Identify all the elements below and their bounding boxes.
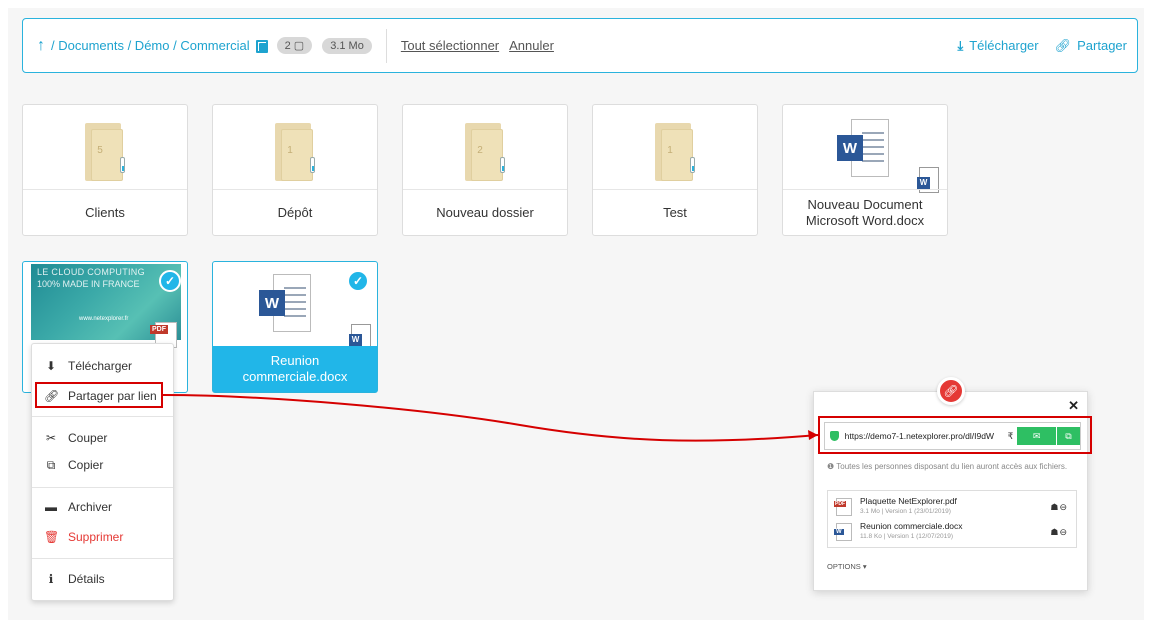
tile-label: Nouveau Document Microsoft Word.docx [783,189,947,235]
menu-item-label: Supprimer [68,530,124,544]
menu-divider [32,558,173,559]
folder-icon: 5 [85,123,125,181]
scissors-icon: ✂ [45,431,57,445]
selection-size-badge: 3.1 Mo [322,37,372,54]
menu-divider [32,487,173,488]
download-icon: ⬇ [45,359,57,373]
menu-item-label: Couper [68,431,108,445]
menu-item-copy[interactable]: ⧉ Copier [32,452,173,478]
copy-icon: ⧉ [46,457,56,472]
menu-item-download[interactable]: ⬇ Télécharger [32,353,173,379]
tile-label: Clients [23,189,187,235]
list-item: PDF Plaquette NetExplorer.pdf 3.1 Mo | V… [834,496,1068,520]
chevron-down-icon: ▾ [862,562,867,571]
file-meta: 11.8 Ko | Version 1 (12/07/2019) [860,533,953,540]
file-tile[interactable]: W Nouveau Document Microsoft Word.docx [782,104,948,236]
folder-tile[interactable]: 2 Nouveau dossier [402,104,568,236]
options-toggle[interactable]: OPTIONS ▾ [827,562,867,571]
link-badge-icon: 🔗︎ [937,377,965,405]
folder-tile[interactable]: 1 Dépôt [212,104,378,236]
highlight-box-url [818,416,1092,454]
menu-item-details[interactable]: ℹ Détails [32,566,173,592]
menu-item-label: Copier [68,458,104,472]
select-all-link[interactable]: Tout sélectionner [401,38,499,53]
breadcrumb-path[interactable]: / Documents / Démo / Commercial [51,38,250,53]
selected-check-icon[interactable]: ✓ [347,270,369,292]
menu-item-archive[interactable]: ▬ Archiver [32,494,173,520]
list-item: W Reunion commerciale.docx 11.8 Ko | Ver… [834,521,1068,545]
share-info-message: Toutes les personnes disposant du lien a… [836,462,1068,471]
menu-item-delete[interactable]: 🗑︎ Supprimer [32,524,173,550]
tile-label: Dépôt [213,189,377,235]
folder-icon: 1 [275,123,315,181]
word-document-icon: W [259,274,315,336]
files-icon: ▢ [293,40,305,52]
tile-label: Test [593,189,757,235]
toolbar-divider [385,28,387,63]
word-document-icon: W [837,119,893,181]
info-icon: ℹ [48,572,54,586]
download-icon: ⤓ [957,37,964,53]
copy-path-icon[interactable] [255,39,268,53]
cancel-link[interactable]: Annuler [509,38,554,53]
file-tile-selected[interactable]: W ✓ Reunion commerciale.docx [212,261,378,393]
close-icon[interactable]: ✕ [1068,398,1079,414]
up-arrow-icon[interactable]: ↑ [37,37,45,55]
selection-toolbar: ↑ / Documents / Démo / Commercial 2 ▢ 3.… [22,18,1138,73]
archive-icon: ▬ [45,500,57,514]
options-label: OPTIONS [827,562,861,571]
folder-tile[interactable]: 5 Clients [22,104,188,236]
folder-icon: 2 [465,123,505,181]
file-actions[interactable]: ☗⊖ [1050,502,1068,513]
download-button[interactable]: ⤓ Télécharger [957,38,1038,54]
folder-tile[interactable]: 1 Test [592,104,758,236]
share-label: Partager [1077,38,1127,53]
menu-item-cut[interactable]: ✂ Couper [32,425,173,451]
breadcrumb: ↑ / Documents / Démo / Commercial 2 ▢ 3.… [37,37,372,55]
file-name: Reunion commerciale.docx [860,521,963,531]
share-info-text: ❶ Toutes les personnes disposant du lien… [827,462,1077,472]
link-icon: 🔗︎ [1054,37,1072,53]
trash-icon: 🗑︎ [44,530,60,544]
download-label: Télécharger [969,38,1039,53]
tile-label: Reunion commerciale.docx [213,346,377,392]
menu-item-label: Détails [68,572,105,586]
folder-icon: 1 [655,123,695,181]
highlight-box-menu [35,382,163,408]
pdf-file-icon: PDF [834,498,852,516]
file-meta: 3.1 Mo | Version 1 (23/01/2019) [860,508,951,515]
share-button[interactable]: 🔗︎ Partager [1055,38,1127,54]
selected-count-value: 2 [284,39,291,52]
tile-label: Nouveau dossier [403,189,567,235]
toolbar-actions: ⤓ Télécharger 🔗︎ Partager [941,38,1127,54]
selected-check-icon[interactable]: ✓ [159,270,181,292]
file-actions[interactable]: ☗⊖ [1050,527,1068,538]
file-name: Plaquette NetExplorer.pdf [860,496,957,506]
info-icon: ❶ [827,462,837,471]
menu-divider [32,416,173,417]
word-file-icon: W [834,523,852,541]
menu-item-label: Télécharger [68,359,133,373]
menu-item-label: Archiver [68,500,113,514]
shared-files-list: PDF Plaquette NetExplorer.pdf 3.1 Mo | V… [827,490,1077,548]
selected-count-badge: 2 ▢ [276,37,313,54]
